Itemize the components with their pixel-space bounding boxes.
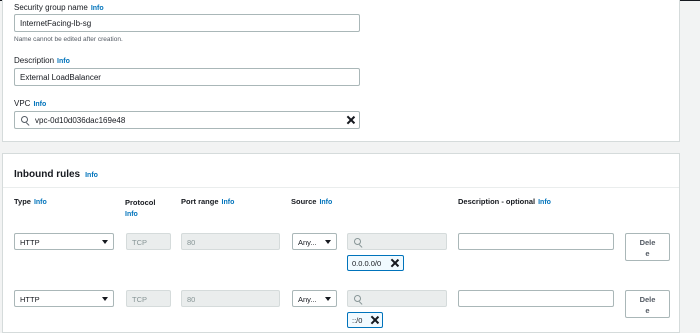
column-header-protocol: Protocol Info xyxy=(125,197,155,221)
inbound-rules-info-link[interactable]: Info xyxy=(85,172,98,179)
caret-down-icon xyxy=(102,297,108,301)
search-icon xyxy=(21,116,28,123)
description-label: Description Info xyxy=(14,56,70,65)
security-group-name-input[interactable]: InternetFacing-lb-sg xyxy=(14,14,360,32)
close-icon[interactable] xyxy=(347,116,355,124)
port-range-field: 80 xyxy=(181,290,280,307)
details-panel: Security group name Info InternetFacing-l… xyxy=(2,0,680,142)
source-info-link[interactable]: Info xyxy=(319,199,332,206)
description-optional-info-link[interactable]: Info xyxy=(538,199,551,206)
delete-button[interactable]: Dele e xyxy=(625,290,670,318)
security-group-name-label: Security group name Info xyxy=(14,3,104,12)
description-optional-input[interactable] xyxy=(458,290,614,307)
caret-down-icon xyxy=(325,297,331,301)
description-info-link[interactable]: Info xyxy=(57,58,70,65)
column-header-type: Type Info xyxy=(14,197,47,206)
column-header-port-range: Port range Info xyxy=(181,197,235,206)
protocol-info-link[interactable]: Info xyxy=(125,209,155,221)
source-search-input[interactable] xyxy=(347,233,447,250)
source-search-input[interactable] xyxy=(347,290,447,307)
type-select[interactable]: HTTP xyxy=(14,290,114,307)
description-input[interactable]: External LoadBalancer xyxy=(14,68,360,86)
security-group-name-hint: Name cannot be edited after creation. xyxy=(14,36,123,43)
close-icon[interactable] xyxy=(371,316,379,324)
vpc-select[interactable]: vpc-0d10d036dac169e48 xyxy=(14,111,360,129)
inbound-rules-header: Inbound rules Info xyxy=(14,164,98,182)
search-icon xyxy=(354,238,361,245)
close-icon[interactable] xyxy=(391,259,399,267)
type-info-link[interactable]: Info xyxy=(34,199,47,206)
inbound-rules-title: Inbound rules xyxy=(14,169,81,180)
security-group-name-info-link[interactable]: Info xyxy=(91,5,104,12)
caret-down-icon xyxy=(102,240,108,244)
port-range-field: 80 xyxy=(181,233,280,250)
source-type-select[interactable]: Any... xyxy=(292,290,337,307)
vpc-label: VPC Info xyxy=(14,99,47,108)
inbound-rules-panel: Inbound rules Info Type Info Protocol Info… xyxy=(2,153,680,333)
delete-button[interactable]: Dele e xyxy=(625,233,670,261)
protocol-field: TCP xyxy=(126,233,171,250)
port-range-info-link[interactable]: Info xyxy=(222,199,235,206)
column-header-source: Source Info xyxy=(291,197,333,206)
caret-down-icon xyxy=(325,240,331,244)
header-divider xyxy=(3,187,679,188)
vpc-info-link[interactable]: Info xyxy=(33,101,46,108)
description-optional-input[interactable] xyxy=(458,233,614,250)
protocol-field: TCP xyxy=(126,290,171,307)
column-header-description: Description - optional Info xyxy=(458,197,551,206)
source-type-select[interactable]: Any... xyxy=(292,233,337,250)
type-select[interactable]: HTTP xyxy=(14,233,114,250)
source-token: 0.0.0.0/0 xyxy=(347,255,404,271)
search-icon xyxy=(354,295,361,302)
